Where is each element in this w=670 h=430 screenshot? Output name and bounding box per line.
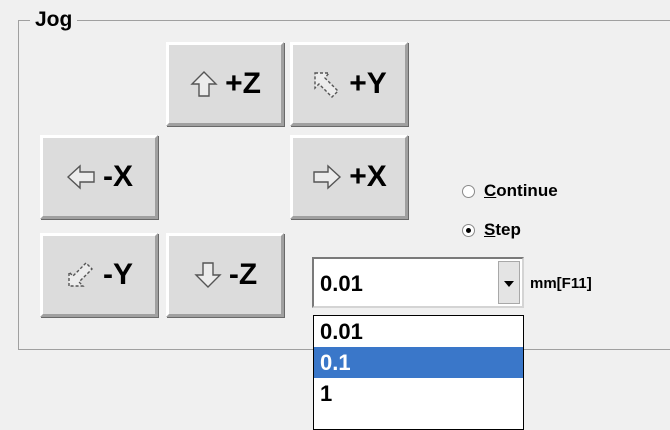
jog-x-plus-label: +X [349,160,387,193]
jog-x-minus-button[interactable]: -X [40,135,158,219]
jog-y-minus-label: -Y [103,258,133,291]
arrow-down-left-icon [65,260,97,290]
jog-z-minus-button[interactable]: -Z [166,233,284,317]
dropdown-arrow-button[interactable] [498,261,520,304]
continue-radio-option[interactable]: Continue [462,181,558,201]
step-size-select[interactable]: 0.01 [312,257,524,308]
jog-z-minus-label: -Z [228,258,258,291]
step-radio-option[interactable]: Step [462,220,521,240]
jog-x-plus-button[interactable]: +X [290,135,408,219]
chevron-down-icon [504,274,514,292]
step-size-value: 0.01 [320,271,363,296]
jog-y-minus-button[interactable]: -Y [40,233,158,317]
jog-z-plus-button[interactable]: +Z [166,42,284,126]
arrow-right-icon [311,163,343,191]
continue-radio[interactable] [462,184,475,198]
arrow-up-icon [189,69,219,99]
jog-y-plus-button[interactable]: +Y [290,42,408,126]
arrow-up-left-icon [311,69,343,99]
step-radio[interactable] [462,223,475,237]
continue-label: Continue [484,181,558,200]
jog-group-title: Jog [30,8,78,32]
dropdown-option[interactable]: 1 [314,378,523,409]
step-label: Step [484,220,521,239]
step-size-dropdown-list[interactable]: 0.01 0.1 1 [313,315,524,430]
jog-z-plus-label: +Z [225,67,261,100]
jog-x-minus-label: -X [103,160,133,193]
step-unit-label: mm[F11] [530,275,592,292]
arrow-left-icon [65,163,97,191]
arrow-down-icon [193,260,223,290]
jog-y-plus-label: +Y [349,67,387,100]
dropdown-option-highlighted[interactable]: 0.1 [314,347,523,378]
dropdown-option[interactable]: 0.01 [314,316,523,347]
